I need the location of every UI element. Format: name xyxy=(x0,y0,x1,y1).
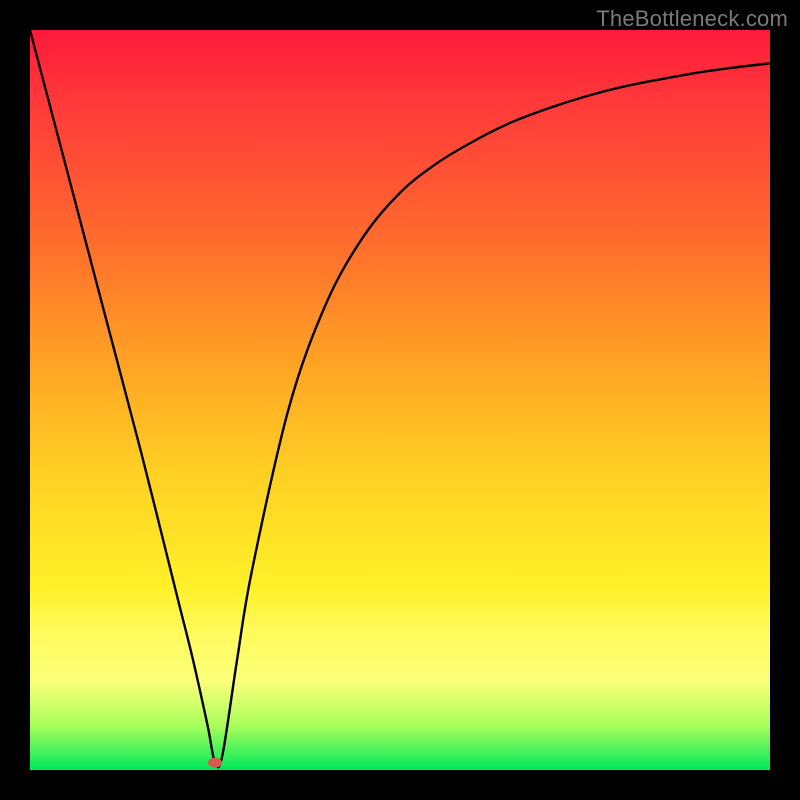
bottleneck-curve xyxy=(30,30,770,767)
chart-plot-area xyxy=(30,30,770,770)
watermark-label: TheBottleneck.com xyxy=(596,6,788,32)
optimal-point-marker xyxy=(208,758,222,768)
bottleneck-curve-svg xyxy=(30,30,770,770)
